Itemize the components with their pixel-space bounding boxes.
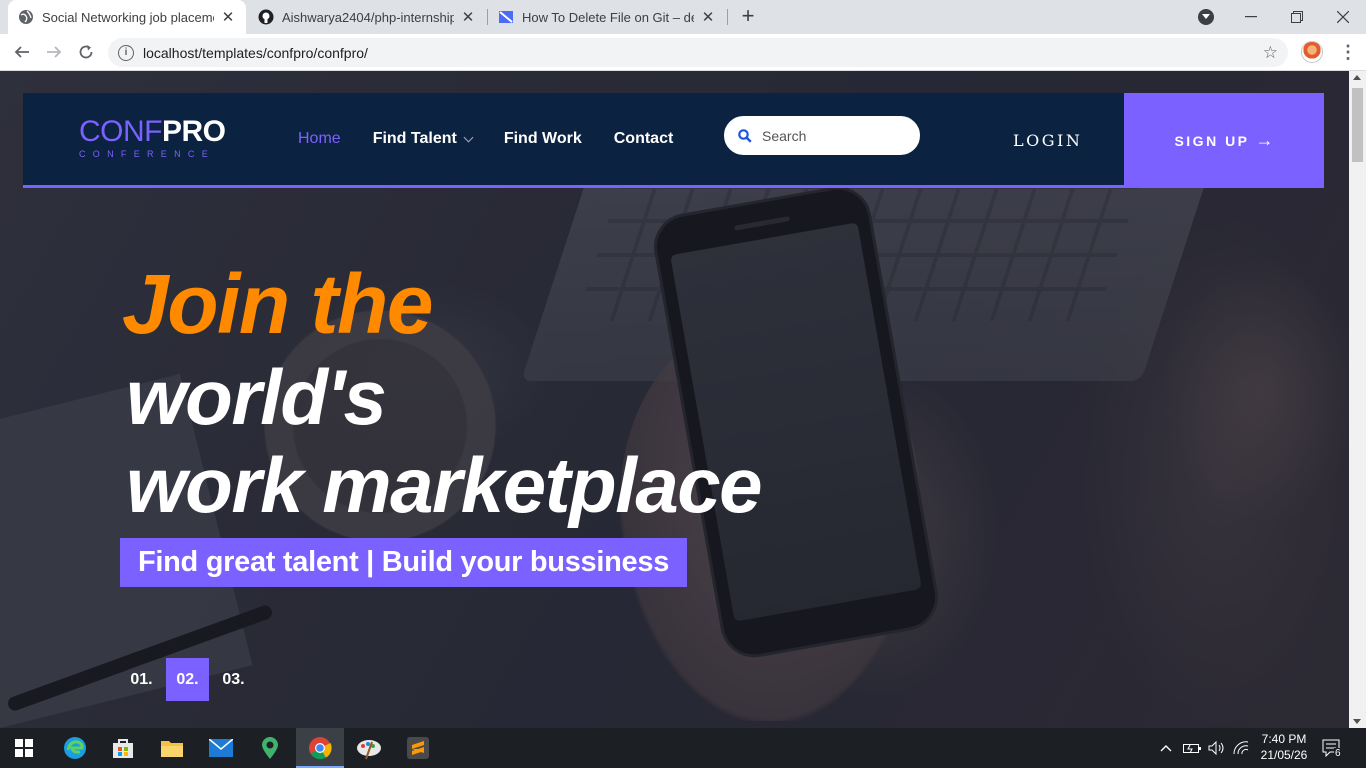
devconnected-icon bbox=[498, 9, 514, 25]
logo-conf-text: CONF bbox=[79, 115, 163, 148]
close-tab-icon[interactable]: ✕ bbox=[220, 9, 236, 26]
site-logo[interactable]: CONFPRO CONFERENCE bbox=[79, 115, 226, 160]
nav-find-talent-label: Find Talent bbox=[372, 130, 457, 147]
volume-icon[interactable] bbox=[1208, 728, 1226, 768]
browser-tab-strip: Social Networking job placement ✕ Aishwa… bbox=[0, 0, 1366, 34]
sublime-text-icon[interactable] bbox=[394, 728, 442, 768]
tab-title: Aishwarya2404/php-internship bbox=[282, 9, 454, 25]
notifications-icon[interactable]: 6 bbox=[1322, 728, 1344, 768]
battery-icon[interactable] bbox=[1183, 728, 1201, 768]
logo-subtitle: CONFERENCE bbox=[79, 149, 216, 159]
address-bar[interactable]: i localhost/templates/confpro/confpro/ ☆ bbox=[108, 38, 1288, 67]
tab-title: How To Delete File on Git – devco bbox=[522, 9, 694, 25]
hero-headline-orange: Join the bbox=[122, 257, 434, 351]
scroll-up-icon[interactable] bbox=[1353, 75, 1361, 80]
windows-start-icon[interactable] bbox=[0, 728, 48, 768]
show-hidden-icons[interactable] bbox=[1160, 728, 1172, 768]
profile-avatar[interactable] bbox=[1301, 41, 1323, 63]
tab-search-icon[interactable] bbox=[1198, 9, 1214, 25]
paint-app-icon[interactable] bbox=[345, 728, 393, 768]
reload-icon[interactable] bbox=[74, 40, 98, 64]
nav-find-work[interactable]: Find Work bbox=[504, 130, 582, 148]
site-info-icon[interactable]: i bbox=[118, 44, 134, 61]
store-icon[interactable] bbox=[99, 728, 147, 768]
close-tab-icon[interactable]: ✕ bbox=[700, 9, 716, 26]
maps-icon[interactable] bbox=[246, 728, 294, 768]
login-link[interactable]: LOGIN bbox=[1013, 131, 1082, 150]
arrow-right-icon: → bbox=[1255, 130, 1274, 150]
search-input[interactable] bbox=[762, 127, 902, 144]
system-clock[interactable]: 7:40 PM 21/05/26 bbox=[1254, 731, 1314, 763]
wifi-icon[interactable] bbox=[1233, 728, 1249, 768]
mail-icon[interactable] bbox=[197, 728, 245, 768]
logo-pro-text: PRO bbox=[162, 115, 226, 148]
windows-taskbar: 7:40 PM 21/05/26 6 bbox=[0, 728, 1366, 768]
back-arrow-icon[interactable] bbox=[10, 40, 34, 64]
new-tab-button[interactable]: + bbox=[736, 5, 760, 29]
search-box bbox=[722, 114, 922, 157]
forward-arrow-icon[interactable] bbox=[42, 40, 66, 64]
nav-find-talent[interactable]: Find Talent bbox=[372, 130, 474, 148]
github-icon bbox=[258, 9, 274, 25]
tab-title: Social Networking job placement bbox=[42, 9, 214, 25]
hero-headline-line3: work marketplace bbox=[126, 441, 763, 529]
restore-icon[interactable] bbox=[1274, 0, 1320, 34]
slide-01-button[interactable]: 01. bbox=[120, 658, 163, 701]
browser-menu-icon[interactable]: ⋮ bbox=[1338, 43, 1358, 63]
nav-home[interactable]: Home bbox=[298, 130, 341, 148]
minimize-icon[interactable] bbox=[1228, 0, 1274, 34]
site-header: CONFPRO CONFERENCE Home Find Talent Find… bbox=[23, 93, 1324, 188]
clock-time: 7:40 PM bbox=[1261, 732, 1307, 746]
search-icon bbox=[738, 128, 752, 143]
slide-02-button[interactable]: 02. bbox=[166, 658, 209, 701]
clock-date: 21/05/26 bbox=[1260, 748, 1308, 762]
slide-pagination: 01. 02. 03. bbox=[120, 658, 258, 701]
tab-devconnected[interactable]: How To Delete File on Git – devco ✕ bbox=[488, 0, 726, 34]
chevron-down-icon bbox=[463, 132, 474, 142]
hero-tagline: Find great talent | Build your bussiness bbox=[120, 538, 687, 587]
browser-toolbar: i localhost/templates/confpro/confpro/ ☆… bbox=[0, 34, 1366, 71]
url-text: localhost/templates/confpro/confpro/ bbox=[143, 44, 368, 61]
tab-separator bbox=[727, 9, 728, 25]
scrollbar-thumb[interactable] bbox=[1352, 88, 1363, 162]
close-window-icon[interactable] bbox=[1320, 0, 1366, 34]
tab-social-networking[interactable]: Social Networking job placement ✕ bbox=[8, 0, 246, 34]
page-scrollbar[interactable] bbox=[1349, 71, 1366, 728]
chrome-icon[interactable] bbox=[296, 728, 344, 768]
edge-browser-icon[interactable] bbox=[51, 728, 99, 768]
file-explorer-icon[interactable] bbox=[148, 728, 196, 768]
globe-icon bbox=[18, 9, 34, 25]
main-nav: Home Find Talent Find Work Contact bbox=[298, 130, 705, 148]
page-viewport: CONFPRO CONFERENCE Home Find Talent Find… bbox=[0, 71, 1349, 728]
close-tab-icon[interactable]: ✕ bbox=[460, 9, 476, 26]
tab-github[interactable]: Aishwarya2404/php-internship ✕ bbox=[248, 0, 486, 34]
signup-button[interactable]: SIGN UP → bbox=[1124, 93, 1324, 188]
signup-label: SIGN UP bbox=[1174, 132, 1250, 149]
slide-03-button[interactable]: 03. bbox=[212, 658, 255, 701]
bookmark-star-icon[interactable]: ☆ bbox=[1263, 43, 1278, 63]
hero-headline-line2: world's bbox=[126, 353, 387, 441]
notification-count-badge: 6 bbox=[1334, 748, 1342, 759]
nav-contact[interactable]: Contact bbox=[614, 130, 674, 148]
scroll-down-icon[interactable] bbox=[1353, 719, 1361, 724]
